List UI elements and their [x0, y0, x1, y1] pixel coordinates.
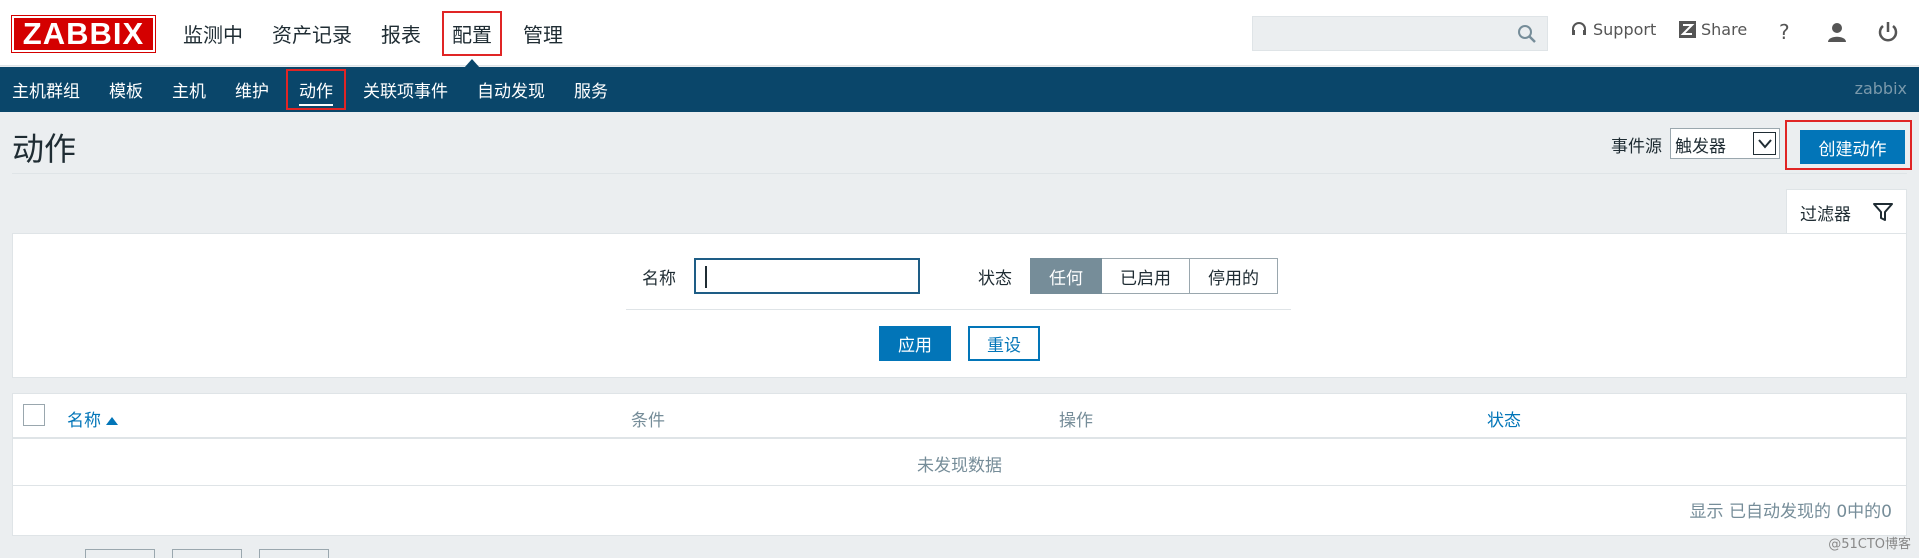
filter-panel: 名称 状态 任何 已启用 停用的 应用 重设	[12, 233, 1907, 378]
menu-item-reports[interactable]: 报表	[373, 13, 429, 54]
status-filter-label: 状态	[978, 269, 1012, 289]
support-link[interactable]: Support	[1570, 20, 1656, 39]
subnav-item-maintenance[interactable]: 维护	[223, 71, 281, 108]
title-divider	[12, 173, 1907, 174]
menu-item-monitoring[interactable]: 监测中	[175, 13, 251, 54]
global-search-input[interactable]	[1252, 16, 1548, 51]
share-link[interactable]: Share	[1679, 20, 1747, 39]
page-title: 动作	[12, 130, 77, 168]
user-profile-icon[interactable]	[1825, 20, 1849, 44]
filter-tab-label: 过滤器	[1800, 204, 1851, 225]
subnav-item-actions-label: 动作	[299, 82, 333, 102]
menu-item-configuration[interactable]: 配置	[442, 10, 502, 68]
mass-action-button-3[interactable]	[259, 549, 329, 558]
subnav-item-hosts[interactable]: 主机	[160, 71, 218, 108]
status-option-any[interactable]: 任何	[1030, 258, 1102, 294]
logout-power-icon[interactable]	[1876, 20, 1900, 44]
reset-filter-button[interactable]: 重设	[968, 326, 1040, 361]
mass-action-button-1[interactable]	[85, 549, 155, 558]
main-menu: 监测中 资产记录 报表 配置 管理	[175, 0, 584, 68]
sub-navigation-bar: 主机群组 模板 主机 维护 动作 关联项事件 自动发现 服务 zabbix	[0, 67, 1919, 112]
subnav-item-event-correlation[interactable]: 关联项事件	[351, 71, 460, 108]
zabbix-logo[interactable]: ZABBIX	[11, 15, 156, 53]
mass-action-button-2[interactable]	[172, 549, 242, 558]
column-header-name[interactable]: 名称	[67, 406, 118, 431]
table-header: 名称 条件 操作 状态	[13, 394, 1906, 439]
filter-tab[interactable]: 过滤器	[1786, 189, 1907, 234]
subnav-item-actions[interactable]: 动作	[286, 69, 346, 110]
subnav-item-discovery[interactable]: 自动发现	[465, 71, 557, 108]
pagination-summary: 显示 已自动发现的 0中的0	[1689, 502, 1892, 522]
sort-ascending-icon	[106, 417, 118, 425]
select-all-checkbox[interactable]	[23, 404, 45, 426]
menu-item-administration[interactable]: 管理	[515, 13, 571, 54]
watermark-text: @51CTO博客	[1828, 537, 1911, 552]
menu-item-inventory[interactable]: 资产记录	[264, 13, 360, 54]
chevron-down-icon[interactable]	[1753, 132, 1776, 155]
create-action-button[interactable]: 创建动作	[1800, 130, 1905, 164]
column-name-label: 名称	[67, 411, 101, 431]
status-segmented-control: 任何 已启用 停用的	[1030, 258, 1278, 294]
event-source-label: 事件源	[1611, 137, 1662, 157]
filter-divider	[626, 309, 1291, 310]
subnav-item-templates[interactable]: 模板	[97, 71, 155, 108]
column-header-conditions: 条件	[631, 411, 665, 431]
text-cursor	[705, 266, 707, 288]
selected-underline	[299, 104, 333, 106]
apply-filter-button[interactable]: 应用	[879, 326, 951, 361]
actions-table: 名称 条件 操作 状态 未发现数据 显示 已自动发现的 0中的0	[12, 393, 1907, 536]
help-button[interactable]: ?	[1779, 20, 1790, 44]
status-option-disabled[interactable]: 停用的	[1190, 258, 1278, 294]
funnel-filter-icon	[1873, 203, 1893, 221]
event-source-value: 触发器	[1675, 137, 1726, 157]
subnav-item-services[interactable]: 服务	[562, 71, 620, 108]
share-label: Share	[1701, 20, 1748, 39]
event-source-select[interactable]: 触发器	[1670, 128, 1780, 159]
no-data-message: 未发现数据	[13, 441, 1906, 486]
top-header: ZABBIX 监测中 资产记录 报表 配置 管理 Support Share ?	[0, 0, 1919, 68]
headset-icon	[1572, 21, 1586, 35]
create-action-highlight: 创建动作	[1785, 120, 1912, 170]
subnav-item-host-groups[interactable]: 主机群组	[0, 71, 92, 108]
name-filter-input[interactable]	[694, 258, 920, 294]
server-name: zabbix	[1854, 79, 1907, 98]
share-z-icon	[1679, 21, 1696, 38]
search-icon[interactable]	[1517, 24, 1537, 44]
column-header-operations: 操作	[1059, 411, 1093, 431]
support-label: Support	[1593, 20, 1657, 39]
name-filter-label: 名称	[642, 269, 676, 289]
status-option-enabled[interactable]: 已启用	[1102, 258, 1190, 294]
column-header-status[interactable]: 状态	[1487, 406, 1521, 431]
